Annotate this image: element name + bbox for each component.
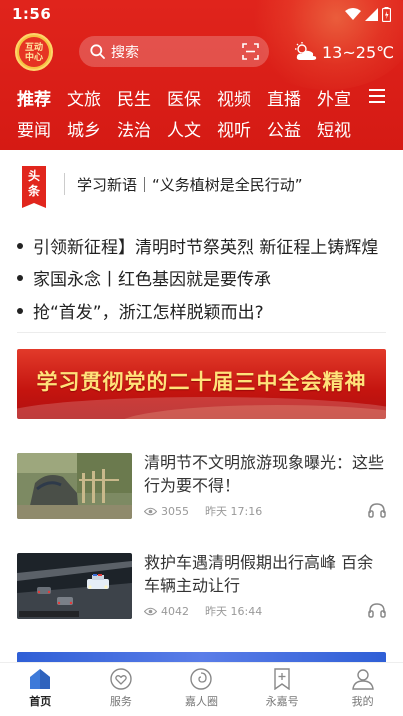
news-title: 清明节不文明旅游现象曝光：这些行为要不得！ xyxy=(144,453,385,495)
channel-tabs-row2: 要闻 城乡 法治 人文 视听 公益 短视 xyxy=(17,116,367,141)
service-heart-icon xyxy=(110,668,132,690)
views-eye-icon xyxy=(144,607,157,615)
news-list-item[interactable]: 清明节不文明旅游现象曝光：这些行为要不得！ 3055 昨天 17:16 xyxy=(17,453,386,523)
logo-text: 互动 中心 xyxy=(19,37,49,67)
search-icon xyxy=(90,44,105,59)
news-thumbnail xyxy=(17,553,132,619)
headphones-icon[interactable] xyxy=(368,502,386,518)
news-title: 救护车遇清明假期出行高峰 百余车辆主动让行 xyxy=(144,553,374,595)
bookmark-plus-icon xyxy=(274,668,290,690)
tab-important-news[interactable]: 要闻 xyxy=(17,116,51,141)
tab-medical-insurance[interactable]: 医保 xyxy=(167,85,201,110)
bottom-navigation: 首页 服务 嘉人圈 永嘉号 我的 xyxy=(0,662,403,716)
nav-service[interactable]: 服务 xyxy=(81,663,162,716)
status-icons xyxy=(345,6,391,22)
nav-yongjia-account[interactable]: 永嘉号 xyxy=(242,663,323,716)
search-placeholder: 搜索 xyxy=(111,44,139,61)
search-bar[interactable]: 搜索 xyxy=(79,36,269,67)
status-bar: 1:56 xyxy=(0,0,403,28)
nav-circle[interactable]: 嘉人圈 xyxy=(161,663,242,716)
tab-culture-tourism[interactable]: 文旅 xyxy=(67,85,101,110)
bullet-text: 家国永念丨红色基因就是要传承 xyxy=(33,270,271,290)
bullet-dot xyxy=(17,243,23,249)
channel-tabs-row1: 推荐 文旅 民生 医保 视频 直播 外宣 xyxy=(17,84,367,110)
divider xyxy=(17,332,386,333)
headline-divider xyxy=(64,173,65,195)
headline-text[interactable]: 学习新语｜“义务植树是全民行动” xyxy=(77,174,303,195)
news-list-item[interactable]: 救护车遇清明假期出行高峰 百余车辆主动让行 4042 昨天 16:44 xyxy=(17,553,386,623)
nav-home[interactable]: 首页 xyxy=(0,663,81,716)
tab-public-welfare[interactable]: 公益 xyxy=(267,116,301,141)
news-meta: 4042 昨天 16:44 xyxy=(144,603,262,619)
nav-label: 首页 xyxy=(29,695,52,708)
logo-line2: 中心 xyxy=(24,52,43,63)
highway-night-image xyxy=(17,553,132,619)
tab-video[interactable]: 视频 xyxy=(217,85,251,110)
nav-label: 嘉人圈 xyxy=(184,695,218,708)
bullet-text: 抢“首发”，浙江怎样脱颖而出? xyxy=(33,303,264,323)
bullet-dot xyxy=(17,275,23,281)
promo-banner[interactable]: 学习贯彻党的二十届三中全会精神 xyxy=(17,349,386,419)
news-views: 4042 xyxy=(161,604,189,618)
user-icon xyxy=(351,669,374,690)
news-time: 昨天 17:16 xyxy=(205,505,263,518)
interaction-center-logo[interactable]: 互动 中心 xyxy=(15,33,53,71)
app-screen: 1:56 互动 中心 搜索 13~25℃ 推荐 文旅 民生 医保 视频 直播 外… xyxy=(0,0,403,716)
battery-icon xyxy=(382,6,391,22)
logo-line1: 互动 xyxy=(24,42,43,53)
status-time: 1:56 xyxy=(12,5,52,23)
news-time: 昨天 16:44 xyxy=(205,605,263,618)
tab-urban-rural[interactable]: 城乡 xyxy=(67,116,101,141)
news-meta: 3055 昨天 17:16 xyxy=(144,503,262,519)
news-thumbnail xyxy=(17,453,132,519)
tab-recommend[interactable]: 推荐 xyxy=(17,85,51,110)
tab-live[interactable]: 直播 xyxy=(267,85,301,110)
cloudy-weather-icon xyxy=(295,42,317,60)
bullet-text: 引领新征程】清明时节祭英烈 新征程上铸辉煌 xyxy=(33,238,379,258)
nav-label: 永嘉号 xyxy=(265,695,299,708)
bullet-dot xyxy=(17,308,23,314)
nav-label: 服务 xyxy=(109,695,132,708)
headline-badge: 头 条 xyxy=(22,166,46,208)
nav-label: 我的 xyxy=(351,695,374,708)
tab-short-video[interactable]: 短视 xyxy=(317,116,351,141)
views-eye-icon xyxy=(144,507,157,515)
headline-badge-line2: 条 xyxy=(27,184,40,198)
banner-text: 学习贯彻党的二十届三中全会精神 xyxy=(36,369,367,394)
weather-temperature: 13~25℃ xyxy=(322,42,395,62)
tab-external-publicity[interactable]: 外宣 xyxy=(317,85,351,110)
signal-icon xyxy=(365,7,378,21)
weather-widget[interactable]: 13~25℃ xyxy=(294,38,394,66)
tab-audiovisual[interactable]: 视听 xyxy=(217,116,251,141)
tab-humanities[interactable]: 人文 xyxy=(167,116,201,141)
scenic-rock-image xyxy=(17,453,132,519)
top-header: 1:56 互动 中心 搜索 13~25℃ 推荐 文旅 民生 医保 视频 直播 外… xyxy=(0,0,403,150)
headline-badge-line1: 头 xyxy=(27,169,40,183)
tab-livelihood[interactable]: 民生 xyxy=(117,85,151,110)
nav-mine[interactable]: 我的 xyxy=(322,663,403,716)
bullet-news-item[interactable]: 家国永念丨红色基因就是要传承 xyxy=(17,265,387,290)
bullet-news-item[interactable]: 抢“首发”，浙江怎样脱颖而出? xyxy=(17,298,387,323)
news-views: 3055 xyxy=(161,504,189,518)
home-icon xyxy=(30,669,51,689)
wifi-icon xyxy=(345,8,361,20)
menu-icon[interactable] xyxy=(368,88,386,104)
bullet-news-item[interactable]: 引领新征程】清明时节祭英烈 新征程上铸辉煌 xyxy=(17,233,387,258)
headphones-icon[interactable] xyxy=(368,602,386,618)
scan-icon[interactable] xyxy=(242,43,259,60)
circle-icon xyxy=(190,668,213,690)
tab-rule-of-law[interactable]: 法治 xyxy=(117,116,151,141)
